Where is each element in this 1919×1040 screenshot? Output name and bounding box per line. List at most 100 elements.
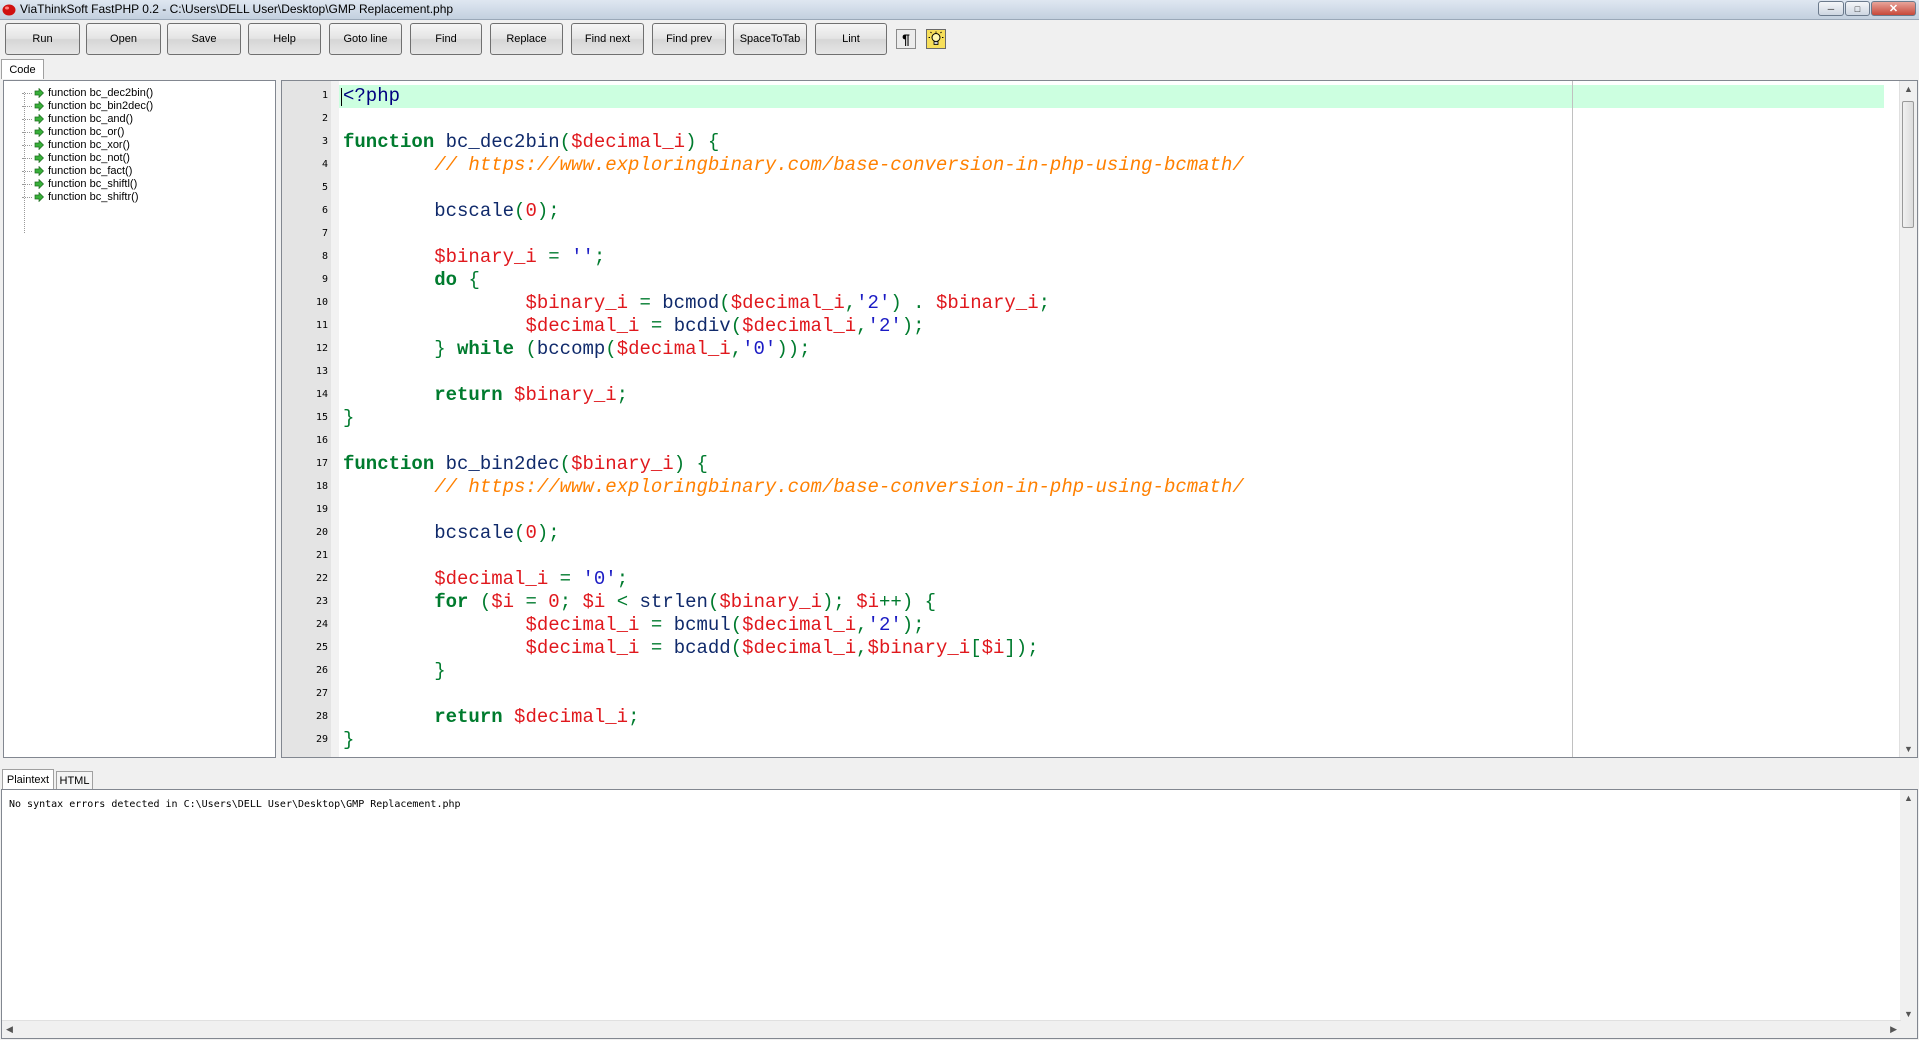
tree-branch-line (22, 105, 32, 107)
green-arrow-icon (34, 140, 44, 150)
tree-item[interactable]: function bc_and() (22, 112, 133, 126)
line-number: 16 (315, 435, 328, 446)
tree-item[interactable]: function bc_fact() (22, 164, 132, 178)
code-lines: 1 <?php 2 3 function bc_dec2bin($decimal_i) … (282, 85, 1884, 752)
tree-item[interactable]: function bc_or() (22, 125, 124, 139)
code-line: 5 (282, 177, 1884, 200)
code-line: 2 (282, 108, 1884, 131)
code-line: 23 for ($i = 0; $i < strlen($binary_i); … (282, 591, 1884, 614)
scroll-down-arrow-icon[interactable]: ▼ (1904, 744, 1913, 754)
lint-button[interactable]: Lint (815, 23, 887, 55)
lightbulb-button[interactable] (926, 29, 946, 49)
code-line: 6 bcscale(0); (282, 200, 1884, 223)
tree-item[interactable]: function bc_shiftr() (22, 190, 138, 204)
line-number: 8 (321, 251, 328, 262)
maximize-button[interactable]: □ (1845, 1, 1870, 16)
find-next-button[interactable]: Find next (571, 23, 644, 55)
code-line: 4 // https://www.exploringbinary.com/bas… (282, 154, 1884, 177)
goto-line-button[interactable]: Goto line (329, 23, 402, 55)
code-line: 1 <?php (282, 85, 1884, 108)
code-text: function bc_dec2bin($decimal_i) { (343, 131, 720, 153)
tree-item-label: function bc_fact() (48, 165, 133, 177)
code-line: 15} (282, 407, 1884, 430)
line-number: 2 (321, 113, 328, 124)
line-number: 20 (315, 527, 328, 538)
code-line: 3 function bc_dec2bin($decimal_i) { (282, 131, 1884, 154)
help-button[interactable]: Help (248, 23, 321, 55)
code-text: } (343, 407, 355, 429)
code-line: 28 return $decimal_i; (282, 706, 1884, 729)
run-button[interactable]: Run (5, 23, 80, 55)
replace-button[interactable]: Replace (490, 23, 563, 55)
code-text: bcscale(0); (434, 200, 560, 222)
line-number: 13 (315, 366, 328, 377)
find-button[interactable]: Find (410, 23, 482, 55)
lightbulb-icon (928, 31, 944, 47)
code-line: 20 bcscale(0); (282, 522, 1884, 545)
tree-item[interactable]: function bc_xor() (22, 138, 130, 152)
find-prev-button[interactable]: Find prev (652, 23, 726, 55)
text-caret (341, 88, 342, 106)
code-line: 9 do { (282, 269, 1884, 292)
space-to-tab-button[interactable]: SpaceToTab (733, 23, 807, 55)
code-line: 17 function bc_bin2dec($binary_i) { (282, 453, 1884, 476)
output-horizontal-scrollbar[interactable]: ◀ ▶ (2, 1020, 1901, 1038)
code-line: 11 $decimal_i = bcdiv($decimal_i,'2'); (282, 315, 1884, 338)
save-button[interactable]: Save (167, 23, 241, 55)
tree-branch-line (22, 157, 32, 159)
code-line: 18 // https://www.exploringbinary.com/ba… (282, 476, 1884, 499)
tree-item[interactable]: function bc_not() (22, 151, 130, 165)
tree-item-label: function bc_dec2bin() (48, 87, 154, 99)
line-number: 5 (321, 182, 328, 193)
code-line: 12 } while (bccomp($decimal_i,'0')); (282, 338, 1884, 361)
scroll-up-arrow-icon[interactable]: ▲ (1904, 84, 1913, 94)
open-button[interactable]: Open (86, 23, 161, 55)
code-text: $binary_i = ''; (434, 246, 606, 268)
code-text: $decimal_i = bcmul($decimal_i,'2'); (525, 614, 925, 636)
tree-item[interactable]: function bc_bin2dec() (22, 99, 153, 113)
tab-plaintext[interactable]: Plaintext (2, 769, 54, 789)
tree-branch-line (22, 183, 32, 185)
output-scroll-down-arrow-icon[interactable]: ▼ (1904, 1009, 1913, 1019)
code-text: return $decimal_i; (434, 706, 640, 728)
code-line: 7 (282, 223, 1884, 246)
code-line: 29} (282, 729, 1884, 752)
line-number: 23 (315, 596, 328, 607)
editor-vertical-scrollbar[interactable]: ▲ ▼ (1899, 81, 1917, 757)
tree-branch-line (22, 118, 32, 120)
tree-item-label: function bc_and() (48, 113, 133, 125)
tab-code[interactable]: Code (1, 59, 44, 79)
tree-item-label: function bc_bin2dec() (48, 100, 154, 112)
line-number: 17 (315, 458, 328, 469)
code-text: <?php (343, 85, 401, 107)
output-scroll-right-arrow-icon[interactable]: ▶ (1890, 1024, 1897, 1035)
line-number: 6 (321, 205, 328, 216)
output-scroll-up-arrow-icon[interactable]: ▲ (1904, 793, 1913, 803)
code-text: return $binary_i; (434, 384, 629, 406)
output-scroll-left-arrow-icon[interactable]: ◀ (6, 1024, 13, 1035)
line-number: 28 (315, 711, 328, 722)
tree-item[interactable]: function bc_dec2bin() (22, 86, 153, 100)
green-arrow-icon (34, 127, 44, 137)
code-line: 10 $binary_i = bcmod($decimal_i,'2') . $… (282, 292, 1884, 315)
close-button[interactable]: ✕ (1871, 1, 1916, 16)
line-number: 14 (315, 389, 328, 400)
code-line: 27 (282, 683, 1884, 706)
code-text: function bc_bin2dec($binary_i) { (343, 453, 708, 475)
code-text: $binary_i = bcmod($decimal_i,'2') . $bin… (525, 292, 1051, 314)
code-line: 26 } (282, 660, 1884, 683)
code-text: $decimal_i = bcdiv($decimal_i,'2'); (525, 315, 925, 337)
minimize-button[interactable]: ─ (1818, 1, 1844, 16)
pilcrow-button[interactable]: ¶ (896, 29, 916, 49)
code-text: } (343, 729, 355, 751)
tree-branch-line (22, 92, 32, 94)
editor-scroll-thumb[interactable] (1902, 101, 1914, 228)
output-vertical-scrollbar[interactable]: ▲ ▼ (1900, 790, 1917, 1022)
output-panel[interactable]: No syntax errors detected in C:\Users\DE… (1, 789, 1918, 1039)
code-editor[interactable]: 1 <?php 2 3 function bc_dec2bin($decimal_i) … (281, 80, 1918, 758)
tab-html[interactable]: HTML (56, 771, 93, 789)
tree-item[interactable]: function bc_shiftl() (22, 177, 137, 191)
lint-output-text: No syntax errors detected in C:\Users\DE… (9, 799, 461, 810)
title-bar: ViaThinkSoft FastPHP 0.2 - C:\Users\DELL… (0, 0, 1919, 20)
code-text: // https://www.exploringbinary.com/base-… (434, 476, 1244, 498)
